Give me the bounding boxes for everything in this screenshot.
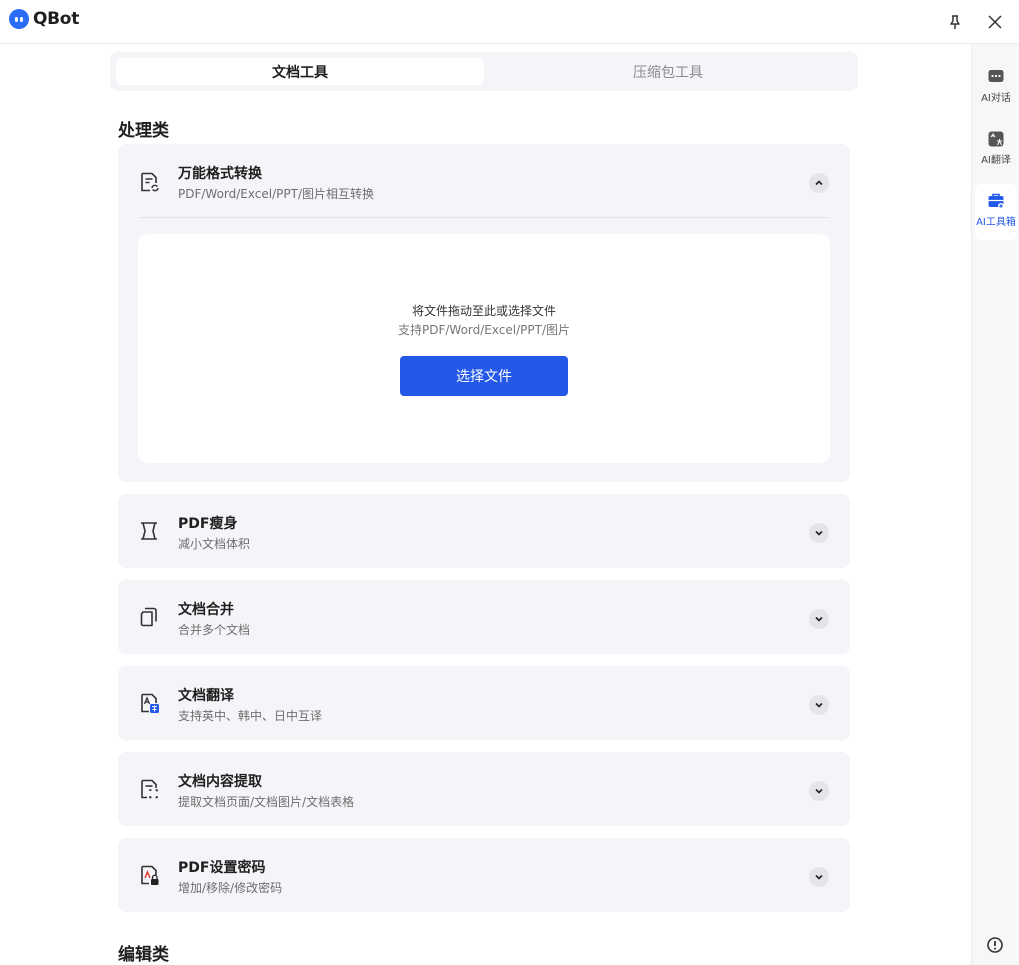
select-file-button[interactable]: 选择文件 (400, 356, 568, 396)
card-title: 文档合并 (178, 602, 234, 618)
right-sidebar: AI对话 AI翻译 AI工具箱 (971, 44, 1019, 965)
drop-zone-hint: 将文件拖动至此或选择文件 (411, 304, 556, 318)
chat-icon (988, 70, 1004, 82)
qbot-logo-icon (9, 9, 29, 29)
expand-button[interactable] (809, 695, 829, 715)
card-subtitle: 支持英中、韩中、日中互译 (178, 709, 323, 723)
sidebar-item-ai-translate[interactable]: AI翻译 (975, 122, 1017, 178)
tab-archive-tools[interactable]: 压缩包工具 (484, 58, 852, 85)
sidebar-item-label: AI对话 (981, 93, 1011, 104)
card-title: 文档内容提取 (178, 774, 262, 790)
tool-card-pdf-compress[interactable]: PDF瘦身 减小文档体积 (118, 494, 850, 568)
pin-button[interactable] (941, 8, 969, 36)
tab-document-tools[interactable]: 文档工具 (116, 58, 484, 85)
tool-card-doc-translate[interactable]: 文档翻译 支持英中、韩中、日中互译 (118, 666, 850, 740)
sidebar-item-label: AI工具箱 (976, 217, 1016, 228)
section-title-editing: 编辑类 (118, 945, 169, 965)
chevron-down-icon (815, 788, 823, 794)
tool-card-format-convert: 万能格式转换 PDF/Word/Excel/PPT/图片相互转换 将文件拖动至此… (118, 144, 850, 482)
expand-button[interactable] (809, 609, 829, 629)
format-convert-icon (141, 172, 159, 192)
card-subtitle: 增加/移除/修改密码 (178, 881, 283, 895)
expand-button[interactable] (809, 781, 829, 801)
section-title-processing: 处理类 (118, 121, 169, 141)
tool-tabs: 文档工具 压缩包工具 (110, 52, 858, 91)
close-icon (988, 15, 1002, 29)
app-name: QBot (33, 9, 80, 29)
drop-zone-formats: 支持PDF/Word/Excel/PPT/图片 (398, 323, 570, 337)
sidebar-item-ai-toolbox[interactable]: AI工具箱 (975, 184, 1017, 240)
card-title: 万能格式转换 (178, 166, 262, 182)
card-subtitle: PDF/Word/Excel/PPT/图片相互转换 (178, 187, 374, 201)
card-header[interactable]: 万能格式转换 PDF/Word/Excel/PPT/图片相互转换 (118, 144, 850, 217)
info-icon[interactable] (986, 936, 1004, 954)
sidebar-item-ai-chat[interactable]: AI对话 (975, 60, 1017, 116)
extract-icon (141, 779, 158, 799)
translate-icon (988, 131, 1004, 147)
expand-button[interactable] (809, 523, 829, 543)
chevron-down-icon (815, 616, 823, 622)
expand-button[interactable] (809, 867, 829, 887)
card-title: 文档翻译 (178, 688, 234, 704)
chevron-up-icon (815, 180, 823, 186)
chevron-down-icon (815, 874, 823, 880)
file-drop-zone[interactable]: 将文件拖动至此或选择文件 支持PDF/Word/Excel/PPT/图片 选择文… (138, 234, 830, 463)
merge-icon (140, 607, 157, 627)
card-title: PDF设置密码 (178, 860, 266, 876)
sidebar-item-label: AI翻译 (981, 155, 1011, 166)
chevron-down-icon (815, 530, 823, 536)
toolbox-icon (988, 193, 1004, 209)
collapse-button[interactable] (809, 173, 829, 193)
card-title: PDF瘦身 (178, 516, 238, 532)
app-logo: QBot (9, 9, 79, 29)
card-subtitle: 提取文档页面/文档图片/文档表格 (178, 795, 355, 809)
card-subtitle: 减小文档体积 (178, 537, 251, 551)
translate-icon (141, 693, 159, 713)
tool-card-doc-merge[interactable]: 文档合并 合并多个文档 (118, 580, 850, 654)
card-subtitle: 合并多个文档 (178, 623, 251, 637)
close-button[interactable] (981, 8, 1009, 36)
compress-icon (141, 522, 157, 540)
tool-card-pdf-password[interactable]: PDF设置密码 增加/移除/修改密码 (118, 838, 850, 912)
pin-icon (950, 15, 960, 29)
chevron-down-icon (815, 702, 823, 708)
title-bar: QBot (0, 0, 1019, 44)
pdf-lock-icon (141, 865, 159, 885)
card-divider (138, 217, 830, 218)
tool-card-content-extract[interactable]: 文档内容提取 提取文档页面/文档图片/文档表格 (118, 752, 850, 826)
